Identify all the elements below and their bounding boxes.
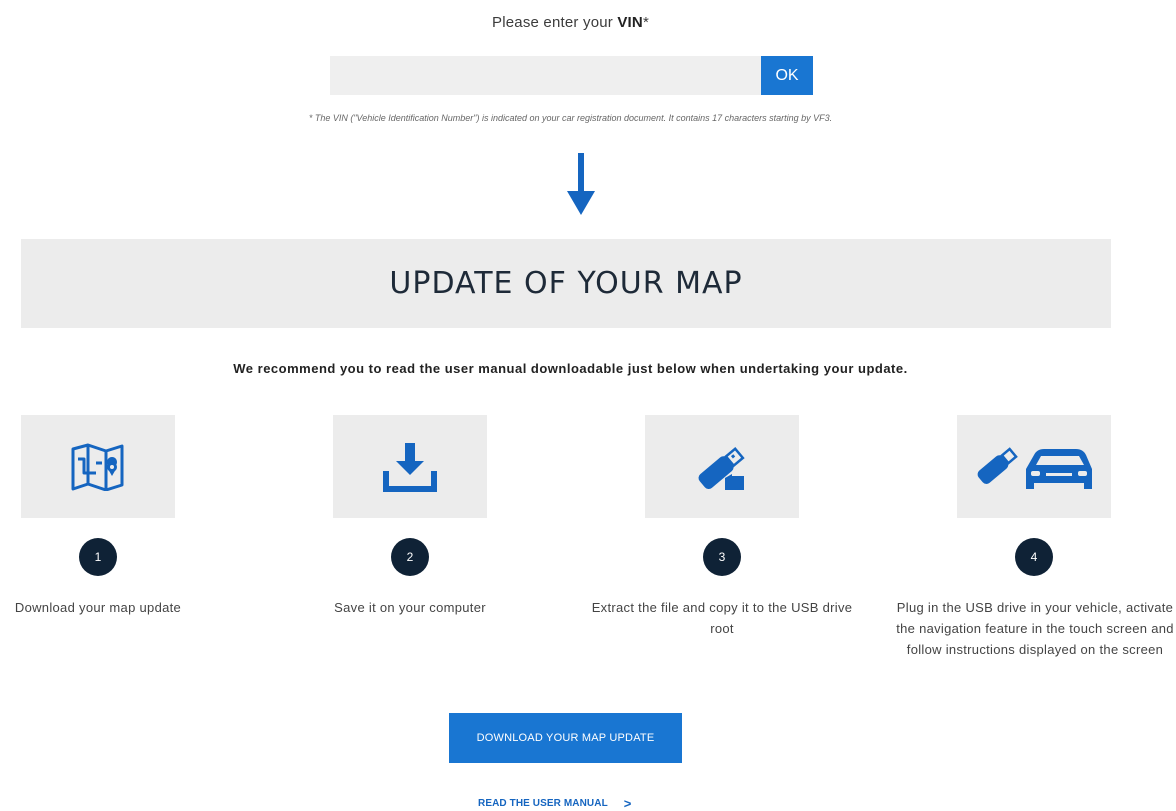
step-2-badge: 2 bbox=[391, 538, 429, 576]
vin-prompt: Please enter your VIN* bbox=[0, 14, 1141, 31]
read-user-manual-link[interactable]: READ THE USER MANUAL > bbox=[478, 796, 631, 811]
step-2-text: Save it on your computer bbox=[334, 600, 486, 615]
vin-note: * The VIN ("Vehicle Identification Numbe… bbox=[308, 113, 833, 123]
vin-prompt-prefix: Please enter your bbox=[492, 14, 618, 31]
usb-drive-icon bbox=[698, 446, 745, 490]
usb-car-icon bbox=[977, 446, 1092, 489]
vin-form: OK bbox=[330, 56, 813, 95]
arrow-down-icon bbox=[567, 153, 595, 215]
step-2-tile bbox=[333, 415, 487, 518]
vin-ok-button[interactable]: OK bbox=[761, 56, 813, 95]
download-icon bbox=[383, 442, 437, 492]
map-icon bbox=[71, 443, 124, 491]
vin-prompt-bold: VIN bbox=[617, 14, 643, 31]
step-1-text: Download your map update bbox=[14, 600, 182, 615]
step-4-badge: 4 bbox=[1015, 538, 1053, 576]
download-map-update-button[interactable]: DOWNLOAD YOUR MAP UPDATE bbox=[449, 713, 682, 763]
step-1-badge: 1 bbox=[79, 538, 117, 576]
recommendation-text: We recommend you to read the user manual… bbox=[233, 361, 908, 376]
read-user-manual-label: READ THE USER MANUAL bbox=[478, 798, 608, 809]
update-title: UPDATE OF YOUR MAP bbox=[389, 266, 743, 301]
update-banner: UPDATE OF YOUR MAP bbox=[21, 239, 1111, 328]
step-4-tile bbox=[957, 415, 1111, 518]
vin-input[interactable] bbox=[330, 56, 761, 95]
step-3-tile bbox=[645, 415, 799, 518]
chevron-right-icon: > bbox=[623, 796, 632, 811]
step-4-text: Plug in the USB drive in your vehicle, a… bbox=[896, 600, 1174, 657]
step-1-tile bbox=[21, 415, 175, 518]
step-3-text: Extract the file and copy it to the USB … bbox=[591, 600, 853, 636]
step-3-badge: 3 bbox=[703, 538, 741, 576]
vin-prompt-suffix: * bbox=[642, 14, 649, 31]
